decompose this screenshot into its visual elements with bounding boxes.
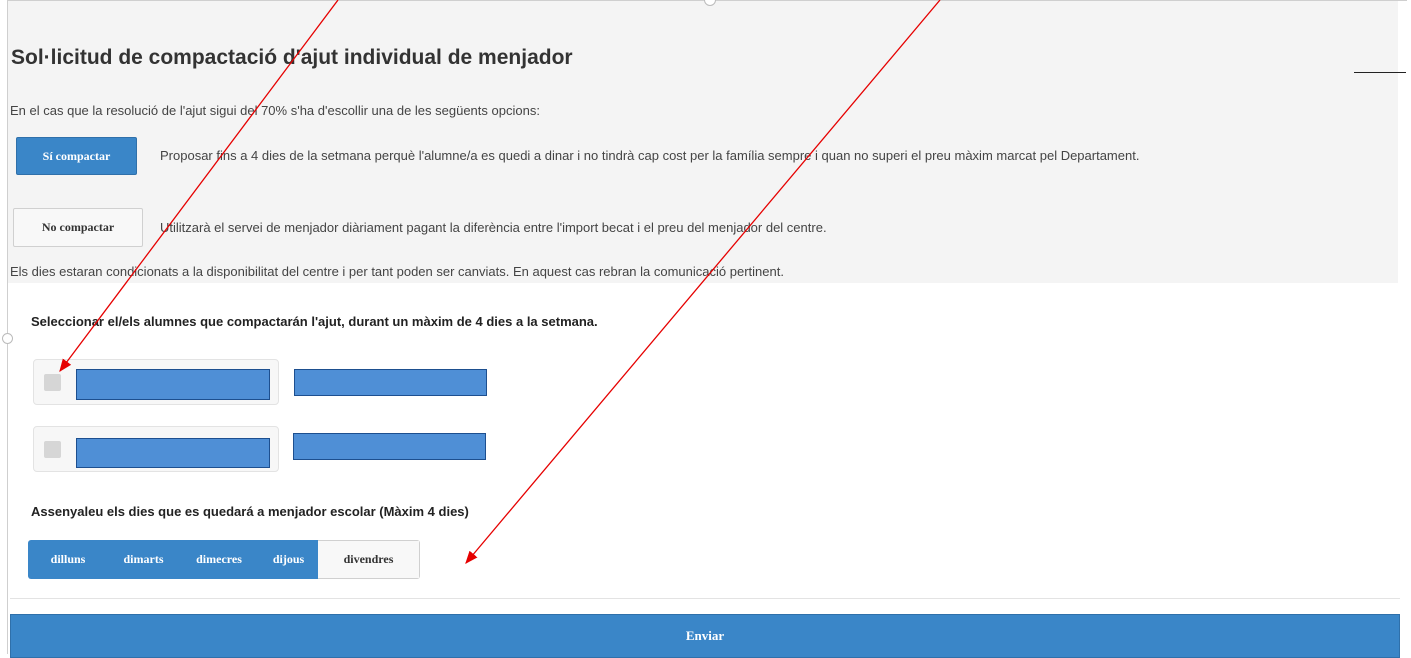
submit-button[interactable]: Enviar — [10, 614, 1400, 658]
day-button-dimarts[interactable]: dimarts — [108, 540, 179, 579]
day-button-divendres[interactable]: divendres — [318, 540, 420, 579]
day-button-dilluns[interactable]: dilluns — [28, 540, 108, 579]
notice-text: Els dies estaran condicionats a la dispo… — [10, 264, 784, 279]
day-button-dimecres[interactable]: dimecres — [179, 540, 259, 579]
student-2-checkbox[interactable] — [44, 441, 61, 458]
no-compactar-button[interactable]: No compactar — [13, 208, 143, 247]
form-divider — [10, 598, 1400, 599]
redacted-student-1-name — [76, 369, 270, 400]
frame-left-border — [7, 0, 8, 654]
redacted-student-2-name — [76, 438, 270, 468]
student-1-checkbox[interactable] — [44, 374, 61, 391]
resize-handle-left[interactable] — [2, 333, 13, 344]
weekday-selector: dilluns dimarts dimecres dijous divendre… — [28, 540, 420, 579]
intro-text: En el cas que la resolució de l'ajut sig… — [10, 103, 540, 118]
students-section-label: Seleccionar el/els alumnes que compactar… — [31, 314, 598, 329]
no-compactar-description: Utilitzarà el servei de menjador diàriam… — [160, 220, 827, 235]
decorative-line — [1354, 72, 1406, 73]
page-title: Sol·licitud de compactació d'ajut indivi… — [11, 46, 573, 69]
days-section-label: Assenyaleu els dies que es quedará a men… — [31, 504, 469, 519]
si-compactar-button[interactable]: Sí compactar — [16, 137, 137, 175]
options-panel — [8, 1, 1398, 283]
si-compactar-description: Proposar fins a 4 dies de la setmana per… — [160, 148, 1140, 163]
redacted-student-1-detail — [294, 369, 487, 396]
day-button-dijous[interactable]: dijous — [259, 540, 318, 579]
redacted-student-2-detail — [293, 433, 486, 460]
